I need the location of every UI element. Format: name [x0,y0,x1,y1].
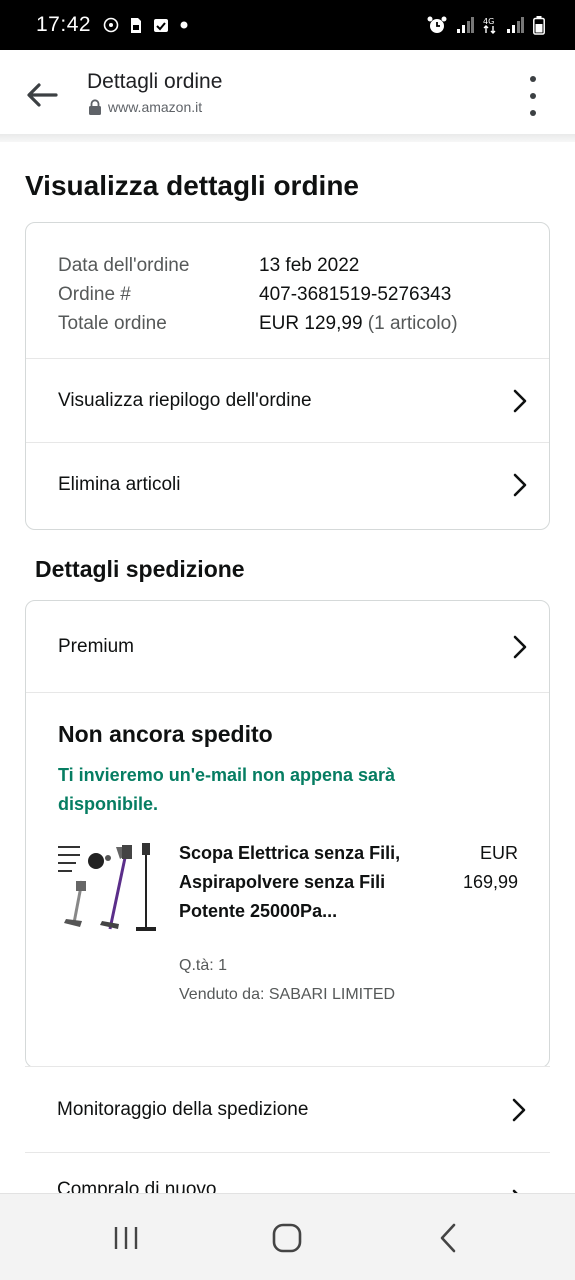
order-total-value: EUR 129,99 (1 articolo) [259,313,458,335]
delete-items-link[interactable]: Elimina articoli [26,442,549,526]
url-text: www.amazon.it [108,99,203,115]
chevron-right-icon [513,635,527,658]
shipping-card: Premium Non ancora spedito Ti invieremo … [25,600,550,1068]
status-system-icons: 4G [427,15,545,35]
data-4g-icon: 4G [483,17,496,34]
order-info: Data dell'ordine 13 feb 2022 Ordine # 40… [26,223,549,338]
order-number-label: Ordine # [58,283,131,305]
chevron-right-icon [512,1098,526,1121]
status-time: 17:42 [36,13,92,36]
home-button[interactable] [267,1218,307,1258]
status-notification-icons [103,17,188,34]
view-order-summary-label: Visualizza riepilogo dell'ordine [58,389,312,411]
back-arrow-icon [27,83,58,107]
page-title: Visualizza dettagli ordine [25,170,360,201]
kebab-menu-icon[interactable] [525,76,541,116]
location-icon [103,17,119,33]
back-nav-icon [440,1223,456,1253]
recent-apps-button[interactable] [106,1218,146,1258]
delete-items-label: Elimina articoli [58,473,181,495]
signal-2-icon [507,17,524,33]
status-bar: 17:42 4G [0,0,575,50]
order-total-items: (1 articolo) [367,312,458,334]
product-price: 169,99 [462,872,518,892]
home-icon [272,1223,302,1253]
recent-apps-icon [114,1227,138,1249]
signal-icon [457,17,474,33]
header-title: Dettagli ordine [87,70,223,93]
shipping-method-link[interactable]: Premium [26,601,549,693]
order-total-label: Totale ordine [58,312,167,334]
order-card: Data dell'ordine 13 feb 2022 Ordine # 40… [25,222,550,530]
order-total-row: Totale ordine EUR 129,99 (1 articolo) [58,309,549,338]
header-divider [0,134,575,142]
track-shipment-link[interactable]: Monitoraggio della spedizione [25,1066,550,1152]
back-nav-button[interactable] [428,1218,468,1258]
order-date-value: 13 feb 2022 [259,254,360,276]
order-number-value: 407-3681519-5276343 [259,283,452,305]
order-total-amount: EUR 129,99 [259,312,363,334]
lock-icon [89,99,101,115]
svg-text:4G: 4G [483,17,494,26]
chevron-right-icon [513,389,527,412]
product-quantity: Q.tà: 1 [179,957,228,974]
alarm-icon [427,16,447,33]
chevron-right-icon [513,473,527,496]
calendar-check-icon [154,19,169,32]
battery-icon [533,15,545,35]
dot-icon [180,21,188,29]
product-seller: Venduto da: SABARI LIMITED [179,986,396,1003]
shipping-status: Non ancora spedito [58,721,273,747]
order-date-row: Data dell'ordine 13 feb 2022 [58,251,549,280]
sim-card-icon [131,17,142,33]
header-url[interactable]: www.amazon.it [88,99,202,115]
back-button[interactable] [24,80,60,110]
product-title[interactable]: Scopa Elettrica senza Fili, Aspirapolver… [179,839,419,926]
track-shipment-label: Monitoraggio della spedizione [57,1098,309,1120]
android-navigation-bar [0,1193,575,1280]
shipping-section-title: Dettagli spedizione [35,556,245,582]
shipping-method-label: Premium [58,635,135,657]
product-price-currency: EUR [479,843,518,863]
order-date-label: Data dell'ordine [58,254,190,276]
order-number-row: Ordine # 407-3681519-5276343 [58,280,549,309]
product-image[interactable] [56,841,160,936]
browser-header: Dettagli ordine www.amazon.it [0,50,575,136]
view-order-summary-link[interactable]: Visualizza riepilogo dell'ordine [26,358,549,442]
shipping-note: Ti invieremo un'e-mail non appena sarà d… [58,765,396,814]
